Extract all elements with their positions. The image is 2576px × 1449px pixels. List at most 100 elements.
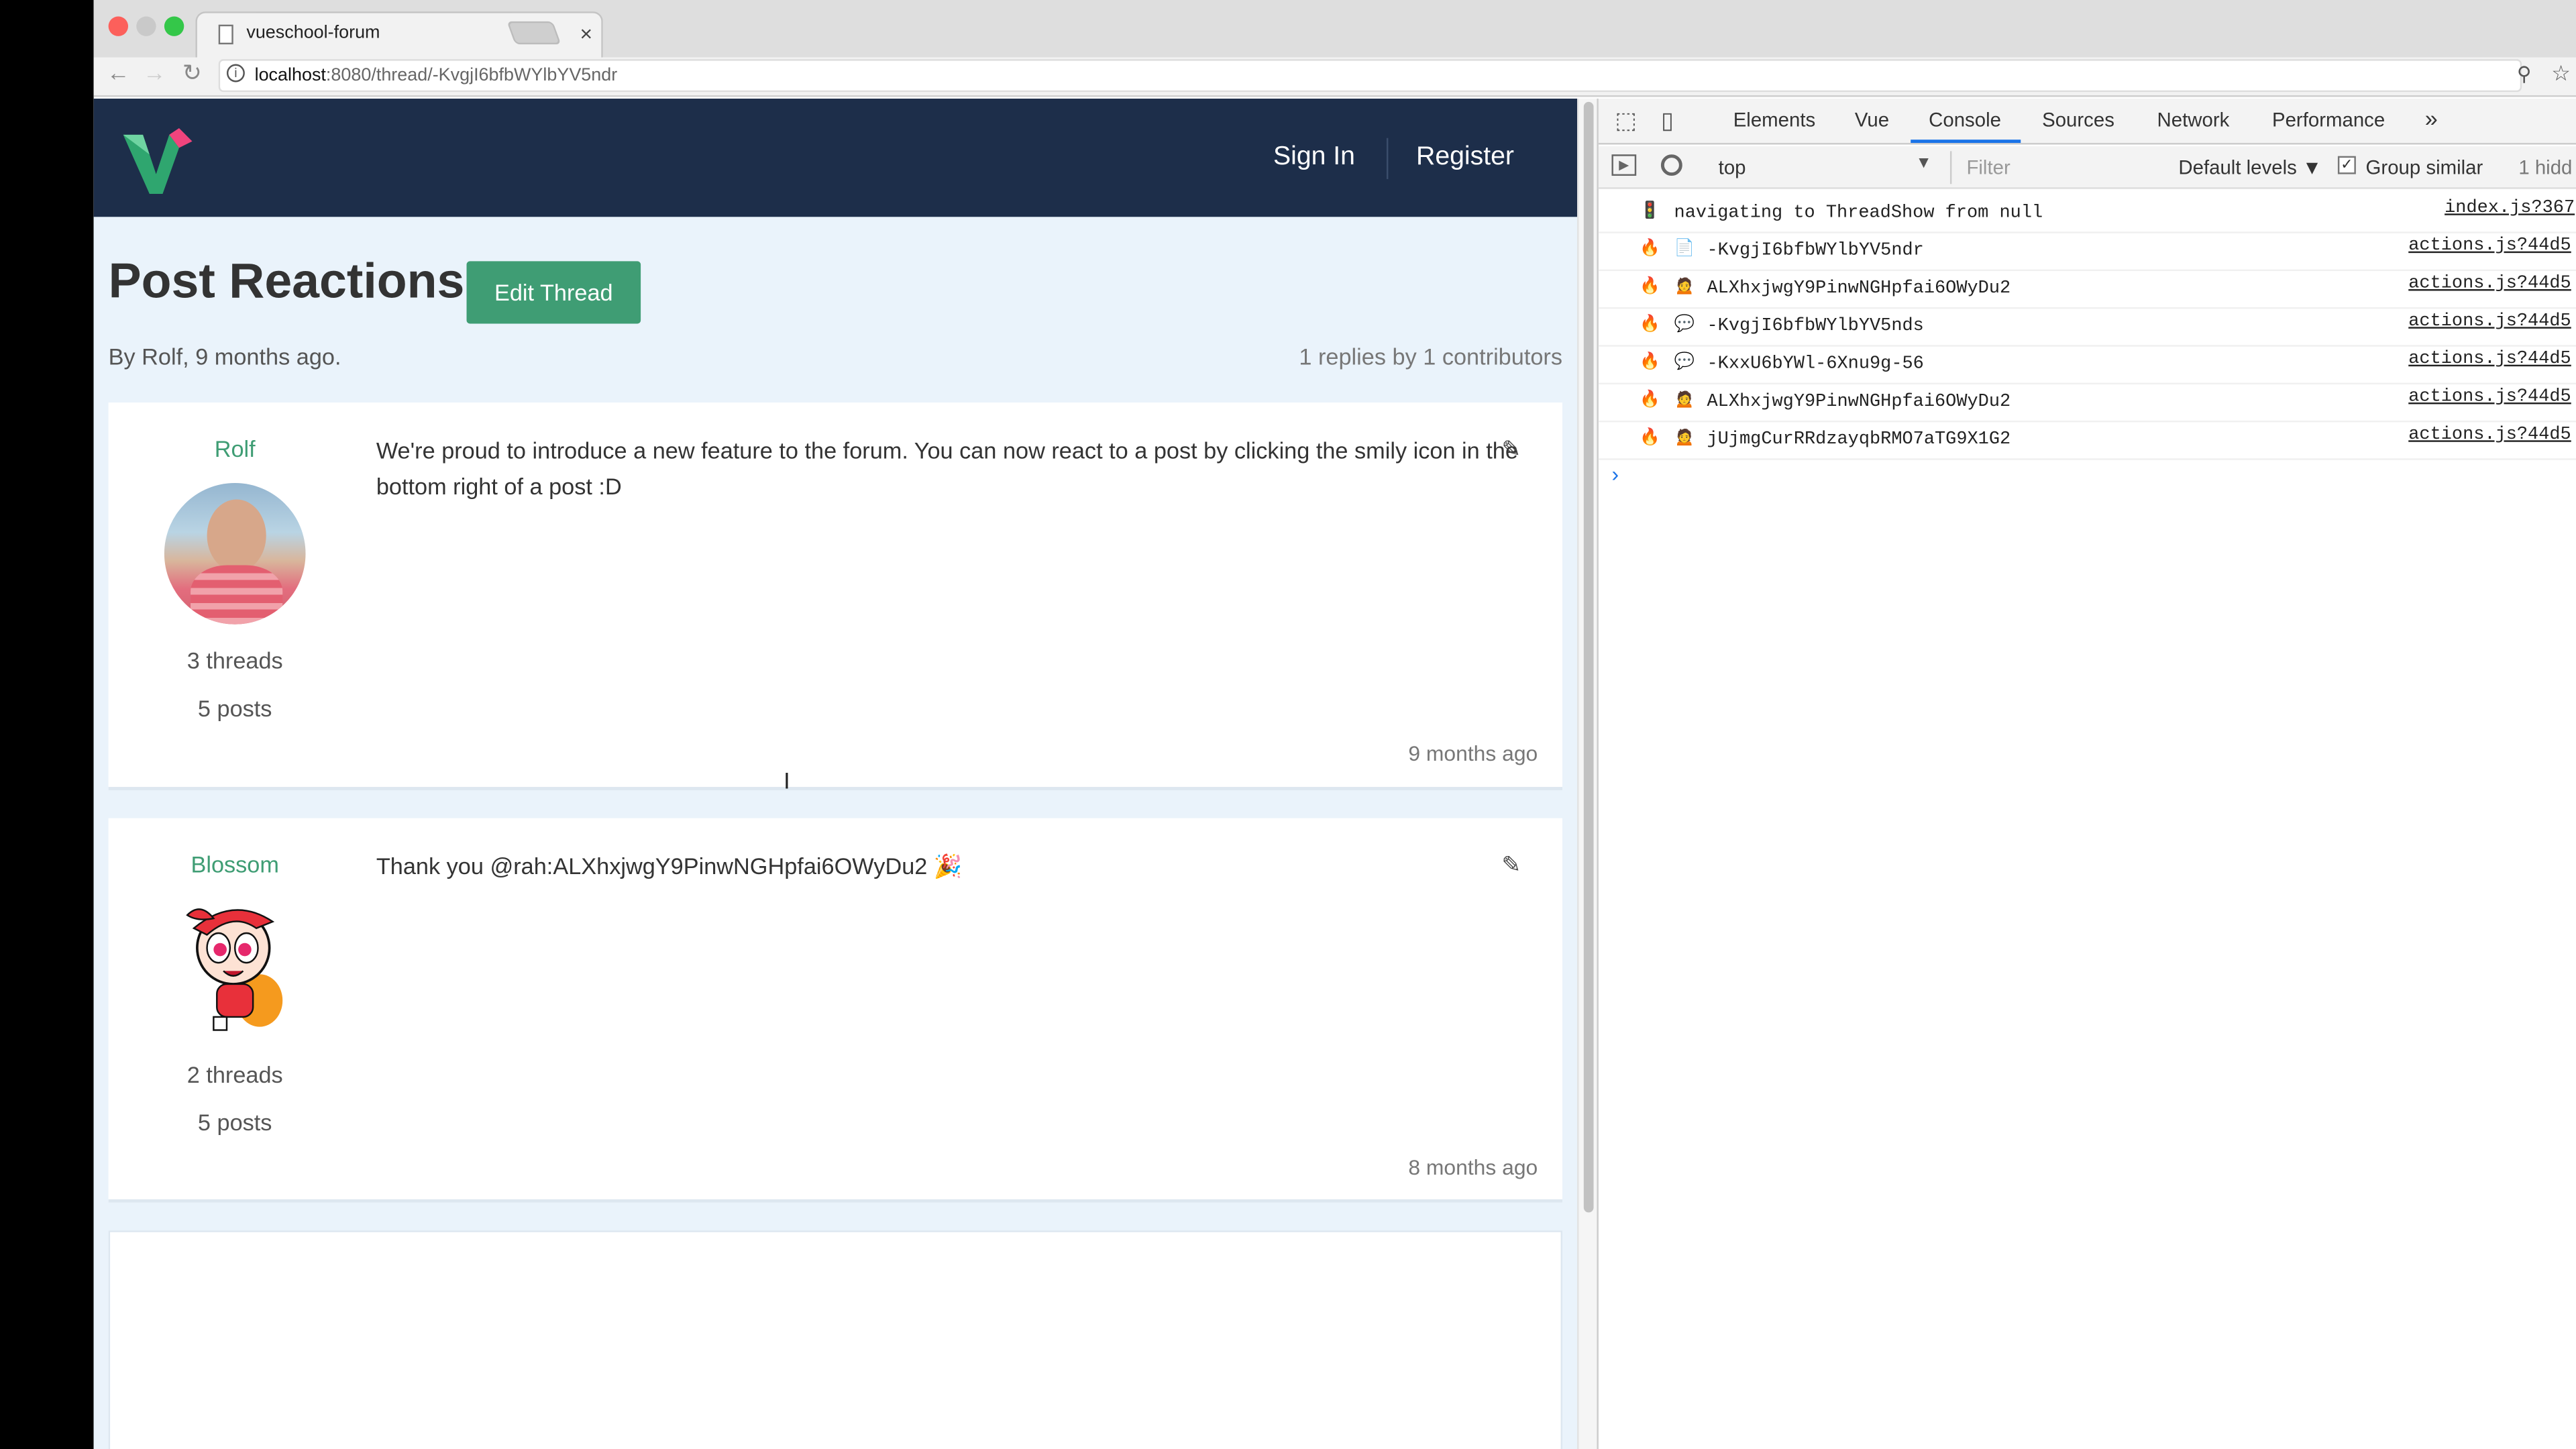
address-bar[interactable]: i localhost:8080/thread/-KvgjI6bfbWYlbYV… — [218, 59, 2522, 93]
toolbar-divider — [1949, 151, 1952, 184]
browser-window: vueschool-forum × ← → ↻ i localhost:8080… — [93, 0, 2576, 1449]
screen: vueschool-forum × ← → ↻ i localhost:8080… — [0, 0, 2576, 1449]
sign-in-link[interactable]: Sign In — [1273, 143, 1355, 172]
browser-toolbar: ← → ↻ i localhost:8080/thread/-KvgjI6bfb… — [93, 57, 2576, 97]
replies-summary: 1 replies by 1 contributors — [1299, 343, 1562, 370]
source-link[interactable]: actions.js?44d5 — [2408, 388, 2571, 407]
more-tabs-icon[interactable]: » — [2425, 105, 2438, 131]
console-message: -KvgjI6bfbWYlbYV5nds — [1707, 317, 1924, 337]
source-link[interactable]: actions.js?44d5 — [2408, 350, 2571, 370]
post-card: Blossom 2 threads 5 posts Thank you @rah… — [108, 818, 1562, 1203]
console-row: 🔥 🙍 ALXhxjwgY9PinwNGHpfai6OWyDu2 actions.js… — [1598, 271, 2576, 309]
post-text: We're proud to introduce a new feature t… — [376, 437, 1518, 500]
console-row: 🔥 💬 -KxxU6bYWl-6Xnu9g-56 actions.js?44d5 — [1598, 347, 2576, 385]
log-icon: 🚦 — [1640, 203, 1660, 222]
close-tab-icon[interactable]: × — [580, 21, 592, 46]
log-icon: 🔥 — [1640, 241, 1660, 260]
source-link[interactable]: actions.js?44d5 — [2408, 274, 2571, 294]
url-path: :8080/thread/-KvgjI6bfbWYlbYV5ndr — [325, 65, 618, 86]
console-message: jUjmgCurRRdzayqbRMO7aTG9X1G2 — [1707, 430, 2011, 451]
avatar[interactable] — [177, 899, 292, 1034]
tab-elements[interactable]: Elements — [1733, 109, 1816, 131]
post-card-empty — [108, 1230, 1562, 1449]
reload-icon[interactable]: ↻ — [182, 59, 202, 87]
log-type-icon: 🙍 — [1674, 392, 1695, 411]
log-icon: 🔥 — [1640, 392, 1660, 411]
back-icon[interactable]: ← — [107, 59, 129, 85]
source-link[interactable]: index.js?367 — [2445, 199, 2575, 218]
devtools-panel: ⬚ ▯ Elements Vue Console Sources Network… — [1597, 98, 2576, 1449]
group-similar-checkbox[interactable]: ✓ — [2337, 156, 2356, 174]
url-text: localhost:8080/thread/-KvgjI6bfbWYlbYV5n… — [255, 66, 618, 85]
filter-input[interactable]: Filter — [1966, 156, 2010, 179]
zoom-icon[interactable]: ⚲ — [2517, 62, 2532, 85]
document-icon — [218, 24, 233, 45]
tab-sources[interactable]: Sources — [2042, 109, 2114, 131]
post-author-link[interactable]: Rolf — [109, 435, 362, 462]
page-scrollbar[interactable] — [1577, 98, 1597, 1449]
console-row: 🔥 💬 -KvgjI6bfbWYlbYV5nds actions.js?44d5 — [1598, 309, 2576, 347]
console-message: -KxxU6bYWl-6Xnu9g-56 — [1707, 354, 1924, 375]
sidebar-toggle-icon[interactable]: ▶ — [1611, 154, 1637, 176]
register-link[interactable]: Register — [1416, 143, 1514, 172]
minimize-window-button[interactable] — [136, 16, 156, 36]
tab-network[interactable]: Network — [2157, 109, 2230, 131]
close-window-button[interactable] — [108, 16, 129, 36]
inspect-element-icon[interactable]: ⬚ — [1615, 107, 1636, 135]
avatar[interactable] — [164, 483, 306, 625]
tab-title: vueschool-forum — [246, 23, 380, 43]
info-icon[interactable]: i — [226, 64, 245, 83]
console-message: ALXhxjwgY9PinwNGHpfai6OWyDu2 — [1707, 392, 2011, 413]
group-similar-label: Group similar — [2365, 156, 2483, 179]
log-icon: 🔥 — [1640, 279, 1660, 298]
post-timestamp: 8 months ago — [1408, 1155, 1538, 1180]
text-cursor-icon: I — [784, 767, 790, 794]
clear-console-icon[interactable] — [1660, 154, 1682, 176]
source-link[interactable]: actions.js?44d5 — [2408, 237, 2571, 256]
tab-strip: vueschool-forum × — [93, 0, 2576, 58]
context-dropdown-icon[interactable]: ▼ — [1916, 154, 1932, 172]
post-card: Rolf 3 threads 5 posts We're proud to in… — [108, 402, 1562, 790]
tab-performance[interactable]: Performance — [2272, 109, 2385, 131]
console-message: navigating to ThreadShow from null — [1674, 203, 2043, 224]
context-select[interactable]: top — [1719, 156, 1746, 179]
tab-vue[interactable]: Vue — [1855, 109, 1889, 131]
post-timestamp: 9 months ago — [1408, 741, 1538, 766]
tab-console[interactable]: Console — [1929, 109, 2001, 131]
vue-school-logo[interactable] — [120, 125, 196, 197]
thread-byline: By Rolf, 9 months ago. — [108, 343, 341, 370]
console-toolbar: ▶ top ▼ Filter Default levels ▼ ✓ Group … — [1598, 146, 2576, 189]
log-type-icon: 🙍 — [1674, 279, 1695, 298]
device-toolbar-icon[interactable]: ▯ — [1661, 107, 1674, 135]
log-type-icon: 📄 — [1674, 241, 1695, 260]
log-icon: 🔥 — [1640, 317, 1660, 335]
forum-page: Sign In Register Post Reactions Edit Thr… — [93, 98, 1578, 1449]
forward-icon[interactable]: → — [143, 59, 166, 85]
maximize-window-button[interactable] — [164, 16, 184, 36]
edit-thread-button[interactable]: Edit Thread — [466, 261, 641, 324]
console-row: 🔥 📄 -KvgjI6bfbWYlbYV5ndr actions.js?44d5 — [1598, 233, 2576, 272]
hidden-count: 1 hidd — [2518, 156, 2573, 179]
active-tab-indicator — [1911, 140, 2021, 144]
log-levels-dropdown[interactable]: Default levels ▼ — [2178, 156, 2322, 179]
console-row: 🚦 navigating to ThreadShow from null index… — [1598, 195, 2576, 233]
log-type-icon: 🙍 — [1674, 430, 1695, 449]
console-row: 🔥 🙍 ALXhxjwgY9PinwNGHpfai6OWyDu2 actions.js… — [1598, 384, 2576, 423]
scrollbar-thumb[interactable] — [1583, 101, 1594, 1213]
log-type-icon: 💬 — [1674, 354, 1695, 373]
author-post-count: 5 posts — [197, 694, 272, 722]
edit-pencil-icon[interactable]: ✎ — [1501, 435, 1521, 464]
source-link[interactable]: actions.js?44d5 — [2408, 312, 2571, 331]
console-prompt[interactable]: › — [1611, 462, 1619, 486]
post-author-link[interactable]: Blossom — [109, 851, 362, 877]
source-link[interactable]: actions.js?44d5 — [2408, 425, 2571, 445]
nav-divider — [1386, 138, 1389, 179]
console-message: ALXhxjwgY9PinwNGHpfai6OWyDu2 — [1707, 279, 2011, 299]
edit-pencil-icon[interactable]: ✎ — [1501, 851, 1521, 879]
post-text: Thank you @rah:ALXhxjwgY9PinwNGHpfai6OWy… — [376, 853, 963, 879]
bookmark-star-icon[interactable]: ☆ — [2551, 61, 2571, 87]
log-icon: 🔥 — [1640, 430, 1660, 449]
new-tab-button[interactable] — [506, 21, 561, 45]
site-navbar: Sign In Register — [93, 98, 1578, 217]
thread-title: Post Reactions — [108, 254, 465, 309]
